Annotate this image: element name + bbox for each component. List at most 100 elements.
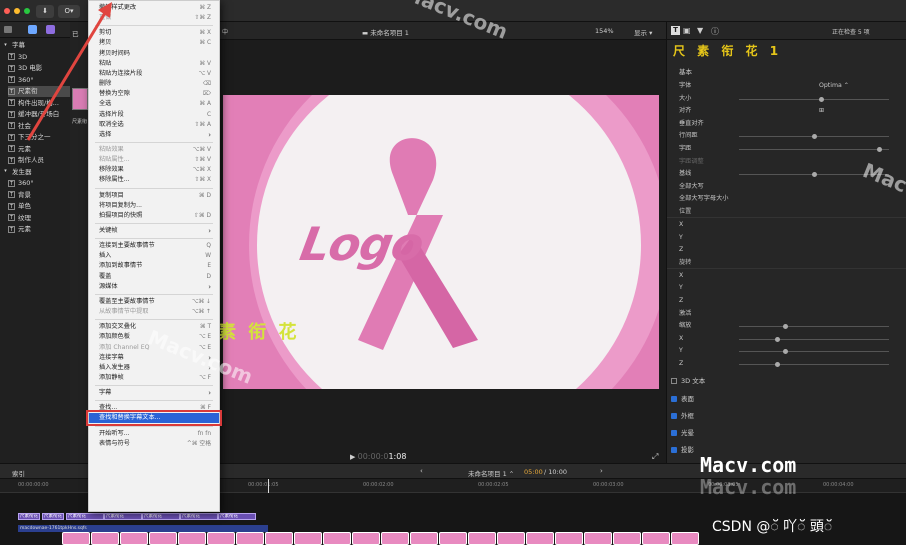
title-clip[interactable]: 尺素衔花 — [66, 513, 104, 520]
slider-knob[interactable] — [775, 336, 781, 342]
video-thumbnail[interactable] — [555, 532, 583, 545]
timeline-back-icon[interactable]: ‹ — [420, 467, 423, 475]
inspector-row[interactable]: X — [667, 333, 906, 345]
video-thumbnail[interactable] — [149, 532, 177, 545]
slider-knob[interactable] — [818, 96, 824, 102]
menu-item[interactable]: 将项目复制为... — [89, 201, 219, 211]
video-thumbnail[interactable] — [497, 532, 525, 545]
checkbox-checked-icon[interactable] — [671, 396, 677, 402]
menu-item[interactable]: 开始听写... fn fn — [89, 429, 219, 439]
inspector-row[interactable]: Y — [667, 232, 906, 244]
menu-item[interactable]: 源媒体 › — [89, 282, 219, 292]
checkbox-checked-icon[interactable] — [671, 447, 677, 453]
video-thumbnail[interactable] — [671, 532, 699, 545]
menu-item[interactable]: 覆盖 D — [89, 272, 219, 282]
inspector-row[interactable]: 行间距 — [667, 130, 906, 142]
slider-knob[interactable] — [876, 147, 882, 152]
video-thumbnail[interactable] — [381, 532, 409, 545]
video-thumbnail[interactable] — [91, 532, 119, 545]
inspector-row[interactable]: 激活 — [667, 308, 906, 320]
menu-item[interactable]: 连接到主要故事情节 Q — [89, 241, 219, 251]
sidebar-item[interactable]: T 纹理 — [8, 213, 70, 224]
inspector-row[interactable]: X — [667, 219, 906, 231]
video-thumbnail[interactable] — [207, 532, 235, 545]
text3d-checkbox[interactable] — [671, 378, 677, 384]
style-check-row[interactable]: 外框 — [671, 410, 694, 420]
inspector-row[interactable]: Y — [667, 345, 906, 357]
checkbox-checked-icon[interactable] — [671, 413, 677, 419]
sidebar-item[interactable]: T 背景 — [8, 190, 70, 201]
slider-knob[interactable] — [811, 172, 817, 178]
sidebar-item[interactable]: ▾ 发生器 — [2, 167, 70, 178]
inspector-row-value[interactable]: Optima ⌃ — [819, 80, 849, 92]
menu-item[interactable]: 移除属性... ⇧⌘ X — [89, 175, 219, 185]
inspector-slider[interactable] — [739, 336, 889, 342]
video-thumbnail[interactable] — [439, 532, 467, 545]
sidebar-item[interactable]: T 制作人员 — [8, 155, 70, 166]
audio-clip[interactable]: macdownae-1761tpkHns.sqfs — [18, 525, 268, 532]
menu-item[interactable]: 表情与符号 ^⌘ 空格 — [89, 439, 219, 449]
style-check-row[interactable]: 表面 — [671, 393, 694, 403]
slider-knob[interactable] — [775, 362, 781, 367]
video-thumbnail[interactable] — [294, 532, 322, 545]
video-thumbnail[interactable] — [410, 532, 438, 545]
menu-item[interactable]: 关键帧 › — [89, 226, 219, 236]
slider-knob[interactable] — [782, 324, 788, 330]
inspector-row[interactable]: 缩放 — [667, 320, 906, 332]
inspector-row[interactable]: 全部大写字母大小 — [667, 193, 906, 205]
video-thumbnail[interactable] — [323, 532, 351, 545]
video-inspector-icon[interactable]: ▣ — [683, 26, 691, 35]
menu-item[interactable]: 覆盖至主要故事情节 ⌥⌘ ↓ — [89, 297, 219, 307]
timecode-display[interactable]: ▶ 00:00:01:08 — [350, 452, 406, 461]
filter-icon[interactable]: ▼ — [697, 26, 703, 35]
title-clip[interactable]: 尺素衔花 — [218, 513, 256, 520]
title-clip[interactable]: 尺素衔花 — [180, 513, 218, 520]
slider-knob[interactable] — [811, 134, 817, 140]
display-menu[interactable]: 显示 ▾ — [634, 27, 652, 37]
menu-item[interactable]: 从故事情节中提取 ⌥⌘ ↑ — [89, 307, 219, 317]
style-check-row[interactable]: 光晕 — [671, 427, 694, 437]
inspector-slider[interactable] — [739, 349, 889, 355]
menu-item[interactable]: 复制项目 ⌘ D — [89, 191, 219, 201]
inspector-row[interactable]: Z — [667, 358, 906, 370]
zoom-level[interactable]: 154% — [595, 27, 614, 35]
menu-item[interactable]: 移除效果 ⌥⌘ X — [89, 165, 219, 175]
sidebar-item[interactable]: T 元素 — [8, 224, 70, 235]
info-icon[interactable]: ⓘ — [711, 26, 719, 37]
text3d-row[interactable]: 3D 文本 — [671, 375, 705, 385]
menu-item[interactable]: 字幕 › — [89, 388, 219, 398]
title-clip[interactable]: 尺素衔花 — [104, 513, 142, 520]
menu-item[interactable]: 粘贴属性... ⇧⌘ V — [89, 155, 219, 165]
inspector-row[interactable]: 字距 — [667, 143, 906, 155]
title-clip[interactable]: 尺素衔花 — [142, 513, 180, 520]
style-check-row[interactable]: 投影 — [671, 444, 694, 454]
inspector-slider[interactable] — [739, 134, 889, 140]
menu-item[interactable]: 添加静帧 ⌥ F — [89, 373, 219, 383]
video-thumbnail[interactable] — [236, 532, 264, 545]
inspector-slider[interactable] — [739, 362, 889, 367]
menu-item[interactable]: 插入 W — [89, 251, 219, 261]
inspector-row[interactable]: 大小 — [667, 93, 906, 105]
text-inspector-icon[interactable]: T — [671, 26, 680, 35]
timeline-project-name[interactable]: 未命名项目 1 ⌃ — [468, 468, 514, 478]
video-thumbnail[interactable] — [613, 532, 641, 545]
video-thumbnail[interactable] — [584, 532, 612, 545]
inspector-row[interactable]: 字体 Optima ⌃ — [667, 80, 906, 92]
inspector-slider[interactable] — [739, 324, 889, 330]
fullscreen-icon[interactable]: ⤢ — [652, 452, 658, 462]
inspector-slider[interactable] — [739, 147, 889, 152]
inspector-row[interactable]: 垂直对齐 — [667, 118, 906, 130]
video-thumbnail[interactable] — [62, 532, 90, 545]
menu-item[interactable]: 添加到故事情节 E — [89, 261, 219, 271]
inspector-row-value[interactable]: ⊞ — [819, 105, 824, 117]
inspector-row[interactable]: 对齐 ⊞ — [667, 105, 906, 117]
title-clip[interactable]: 尺素衔花 — [42, 513, 64, 520]
play-icon[interactable]: ▶ — [350, 453, 358, 461]
video-thumbnail[interactable] — [468, 532, 496, 545]
title-clip[interactable]: 尺素衔花 — [18, 513, 40, 520]
menu-item[interactable]: 查找... ⌘ F — [89, 403, 219, 413]
video-thumbnail[interactable] — [526, 532, 554, 545]
sidebar-item[interactable]: T 360° — [8, 178, 70, 189]
index-button[interactable]: 索引 — [12, 468, 25, 478]
video-thumbnail[interactable] — [352, 532, 380, 545]
